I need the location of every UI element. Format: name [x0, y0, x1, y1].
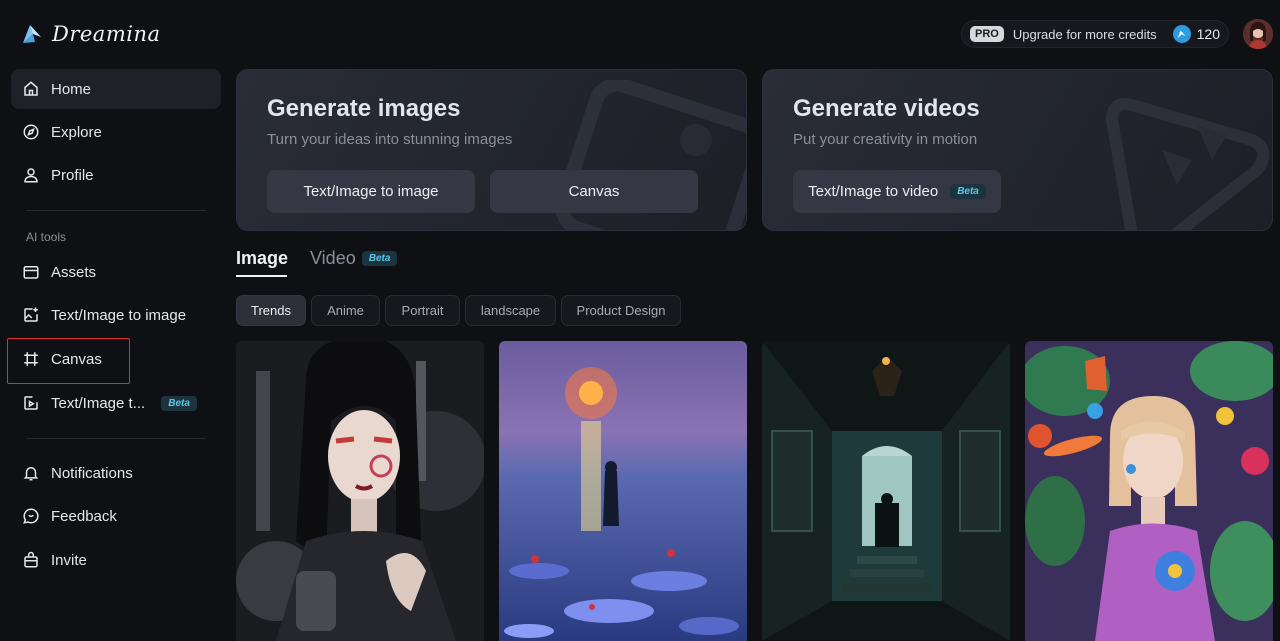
tab-image[interactable]: Image [236, 248, 288, 269]
sidebar-item-invite[interactable]: Invite [11, 540, 221, 580]
generate-images-title: Generate images [267, 95, 461, 122]
canvas-button[interactable]: Canvas [490, 170, 698, 213]
generate-videos-subtitle: Put your creativity in motion [793, 131, 978, 148]
generate-images-card: Generate images Turn your ideas into stu… [236, 69, 747, 231]
sidebar-divider [27, 210, 206, 211]
chip-trends[interactable]: Trends [236, 295, 306, 326]
sidebar-item-label: Text/Image t... [51, 394, 146, 412]
sidebar-item-canvas[interactable]: Canvas [11, 339, 221, 379]
sidebar-item-feedback[interactable]: Feedback [11, 496, 221, 536]
gift-box-icon [22, 551, 40, 569]
button-label: Text/Image to video [808, 183, 939, 200]
sidebar-item-label: Assets [51, 263, 97, 281]
sidebar-item-notifications[interactable]: Notifications [11, 453, 221, 493]
sidebar-item-label: Feedback [51, 507, 117, 525]
pro-badge: PRO [970, 26, 1004, 42]
sidebar-item-assets[interactable]: Assets [11, 252, 221, 292]
chip-portrait[interactable]: Portrait [385, 295, 460, 326]
sidebar-item-home[interactable]: Home [11, 69, 221, 109]
tab-video[interactable]: Video Beta [310, 248, 398, 269]
sidebar-item-text-image-to-image[interactable]: Text/Image to image [11, 295, 221, 335]
app-name: Dreamina [52, 22, 161, 46]
sidebar: Dreamina Home Explore Profile AI tools A… [0, 0, 232, 641]
section-label-ai-tools: AI tools [26, 230, 67, 244]
chat-bubble-icon [22, 507, 40, 525]
sidebar-item-label: Home [51, 80, 92, 98]
gallery-image-sunset-lake[interactable] [499, 341, 747, 641]
folder-icon [22, 263, 40, 281]
sidebar-item-text-image-to-video[interactable]: Text/Image t... Beta [11, 383, 221, 423]
decorative-video-icon [1105, 98, 1270, 230]
sidebar-item-label: Profile [51, 166, 94, 184]
sidebar-divider [27, 438, 206, 439]
text-image-to-image-button[interactable]: Text/Image to image [267, 170, 475, 213]
home-icon [22, 80, 40, 98]
logo[interactable]: Dreamina [20, 20, 161, 48]
generate-videos-title: Generate videos [793, 95, 980, 122]
beta-badge: Beta [161, 395, 197, 411]
compass-icon [22, 123, 40, 141]
credits-icon [1172, 25, 1191, 43]
sidebar-item-label: Text/Image to image [51, 306, 187, 324]
generate-images-subtitle: Turn your ideas into stunning images [267, 131, 513, 148]
upgrade-label: Upgrade for more credits [1012, 26, 1157, 42]
sidebar-item-profile[interactable]: Profile [11, 155, 221, 195]
chip-anime[interactable]: Anime [311, 295, 380, 326]
credits-count: 120 [1196, 26, 1220, 42]
sidebar-item-label: Canvas [51, 350, 102, 368]
tab-label: Video [310, 248, 356, 268]
avatar[interactable] [1243, 19, 1273, 49]
sidebar-item-explore[interactable]: Explore [11, 112, 221, 152]
chip-landscape[interactable]: landscape [465, 295, 556, 326]
beta-badge: Beta [950, 184, 986, 199]
text-image-to-video-button[interactable]: Text/Image to video Beta [793, 170, 1001, 213]
canvas-icon [22, 350, 40, 368]
bell-icon [22, 464, 40, 482]
sidebar-item-label: Invite [51, 551, 87, 569]
beta-badge: Beta [361, 251, 398, 266]
tab-image-underline [236, 275, 287, 277]
user-icon [22, 166, 40, 184]
dreamina-logo-icon [23, 25, 41, 43]
video-plus-icon [22, 394, 40, 412]
image-plus-icon [22, 306, 40, 324]
chip-product-design[interactable]: Product Design [561, 295, 681, 326]
gallery-image-fantasy-girl[interactable] [1025, 341, 1273, 641]
gallery-image-dark-hallway[interactable] [762, 341, 1010, 641]
credits-counter: 120 [1172, 25, 1220, 43]
gallery-image-cyborg-woman[interactable] [236, 341, 484, 641]
generate-videos-card: Generate videos Put your creativity in m… [762, 69, 1273, 231]
upgrade-credits-pill[interactable]: PRO Upgrade for more credits 120 [961, 20, 1229, 48]
sidebar-item-label: Explore [51, 123, 102, 141]
sidebar-item-label: Notifications [51, 464, 133, 482]
